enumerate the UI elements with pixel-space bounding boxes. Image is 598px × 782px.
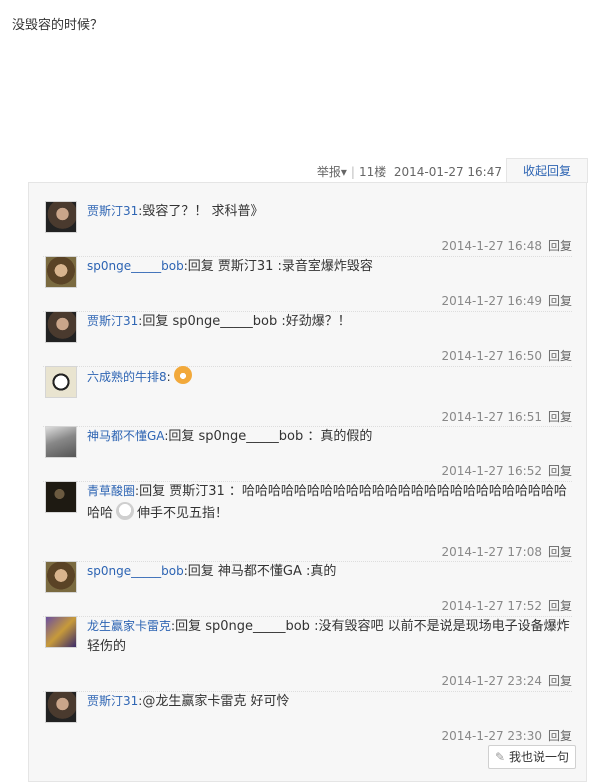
- reply-item: sp0nge_____bob:回复 神马都不懂GA :真的 2014-1-27 1…: [43, 561, 572, 617]
- reply-button[interactable]: 回复: [548, 674, 572, 688]
- reply-text: 回复 贾斯汀31 :录音室爆炸毁容: [187, 259, 373, 274]
- reply-timestamp: 2014-1-27 23:24: [441, 674, 542, 688]
- reply-content: 龙生赢家卡雷克:回复 sp0nge_____bob :没有毁容吧 以前不是说是现…: [87, 616, 572, 657]
- reply-footer: 2014-1-27 16:49 回复: [441, 292, 572, 309]
- post-meta-bar: 举报▾ | 11楼 2014-01-27 16:47 收起回复: [0, 158, 598, 183]
- reply-content: 贾斯汀31:毁容了？！ 求科普》: [87, 201, 572, 222]
- avatar[interactable]: [45, 426, 77, 458]
- reply-content: 青草酸圈:回复 贾斯汀31 ：哈哈哈哈哈哈哈哈哈哈哈哈哈哈哈哈哈哈哈哈哈哈哈哈哈…: [87, 481, 572, 524]
- username-link[interactable]: sp0nge_____bob: [87, 259, 184, 273]
- reply-footer: 2014-1-27 17:08 回复: [441, 543, 572, 560]
- reply-item: 龙生赢家卡雷克:回复 sp0nge_____bob :没有毁容吧 以前不是说是现…: [43, 616, 572, 692]
- reply-timestamp: 2014-1-27 16:51: [441, 410, 542, 424]
- pen-icon: ✎: [494, 750, 506, 764]
- reply-button[interactable]: 回复: [548, 464, 572, 478]
- reply-button[interactable]: 回复: [548, 239, 572, 253]
- add-comment-label: 我也说一句: [509, 750, 570, 764]
- username-link[interactable]: 龙生赢家卡雷克: [87, 619, 171, 633]
- reply-timestamp: 2014-1-27 16:50: [441, 349, 542, 363]
- reply-timestamp: 2014-1-27 17:52: [441, 599, 542, 613]
- reply-text: 回复 sp0nge_____bob ：真的假的: [168, 429, 373, 444]
- report-link[interactable]: 举报▾: [317, 165, 347, 179]
- username-link[interactable]: 贾斯汀31: [87, 204, 138, 218]
- divider: |: [350, 165, 355, 179]
- collapse-replies-button[interactable]: 收起回复: [506, 158, 588, 183]
- reply-footer: 2014-1-27 16:52 回复: [441, 462, 572, 479]
- reply-footer: 2014-1-27 16:51 回复: [441, 408, 572, 425]
- chevron-down-icon: ▾: [340, 165, 347, 179]
- reply-button[interactable]: 回复: [548, 349, 572, 363]
- reply-item: 六成熟的牛排8: 2014-1-27 16:51 回复: [43, 366, 572, 427]
- avatar[interactable]: [45, 256, 77, 288]
- username-link[interactable]: 青草酸圈: [87, 484, 135, 498]
- reply-item: 贾斯汀31:回复 sp0nge_____bob :好劲爆？！ 2014-1-27 …: [43, 311, 572, 367]
- reply-button[interactable]: 回复: [548, 599, 572, 613]
- username-link[interactable]: 贾斯汀31: [87, 314, 138, 328]
- reply-timestamp: 2014-1-27 23:30: [441, 729, 542, 743]
- reply-text: 毁容了？！ 求科普》: [142, 204, 264, 219]
- avatar-colorful: [46, 617, 76, 647]
- avatar-man-long-hair: [46, 257, 76, 287]
- embarrassed-face-icon: [173, 366, 192, 384]
- reply-text: 回复 神马都不懂GA :真的: [187, 564, 337, 579]
- add-comment-button[interactable]: ✎ 我也说一句: [488, 745, 576, 769]
- reply-button[interactable]: 回复: [548, 294, 572, 308]
- report-label: 举报: [316, 165, 341, 179]
- reply-item: 贾斯汀31:毁容了？！ 求科普》 2014-1-27 16:48 回复: [43, 201, 572, 257]
- reply-content: 六成熟的牛排8:: [87, 366, 572, 388]
- username-link[interactable]: sp0nge_____bob: [87, 564, 184, 578]
- reply-button[interactable]: 回复: [548, 410, 572, 424]
- reply-footer: 2014-1-27 16:50 回复: [441, 347, 572, 364]
- reply-item: 贾斯汀31:@龙生赢家卡雷克 好可怜 2014-1-27 23:30 回复: [43, 691, 572, 746]
- reply-footer: 2014-1-27 16:48 回复: [441, 237, 572, 254]
- username-link[interactable]: 神马都不懂GA: [87, 429, 164, 443]
- reply-item: 神马都不懂GA:回复 sp0nge_____bob ：真的假的 2014-1-27…: [43, 426, 572, 482]
- avatar-man-long-hair: [46, 562, 76, 592]
- reply-text: 回复 sp0nge_____bob :好劲爆？！: [142, 314, 351, 329]
- floor-number: 11楼: [358, 165, 387, 179]
- reply-item: sp0nge_____bob:回复 贾斯汀31 :录音室爆炸毁容 2014-1-2…: [43, 256, 572, 312]
- reply-button[interactable]: 回复: [548, 729, 572, 743]
- username-link[interactable]: 六成熟的牛排8: [87, 370, 167, 384]
- avatar[interactable]: [45, 616, 77, 648]
- reply-footer: 2014-1-27 17:52 回复: [441, 597, 572, 614]
- reply-item: 青草酸圈:回复 贾斯汀31 ：哈哈哈哈哈哈哈哈哈哈哈哈哈哈哈哈哈哈哈哈哈哈哈哈哈…: [43, 481, 572, 562]
- avatar-cartoon-face: [46, 367, 76, 397]
- post-timestamp: 2014-01-27 16:47: [393, 165, 502, 179]
- reply-content: sp0nge_____bob:回复 神马都不懂GA :真的: [87, 561, 572, 582]
- reply-timestamp: 2014-1-27 16:49: [441, 294, 542, 308]
- reply-text: @龙生赢家卡雷克 好可怜: [142, 694, 290, 709]
- avatar-dark-photo: [46, 482, 76, 512]
- username-colon: :: [166, 370, 171, 384]
- reply-button[interactable]: 回复: [548, 545, 572, 559]
- avatar-man-dark: [46, 692, 76, 722]
- reply-footer: 2014-1-27 23:24 回复: [441, 672, 572, 689]
- avatar[interactable]: [45, 691, 77, 723]
- avatar[interactable]: [45, 311, 77, 343]
- reply-content: sp0nge_____bob:回复 贾斯汀31 :录音室爆炸毁容: [87, 256, 572, 277]
- reply-timestamp: 2014-1-27 16:52: [441, 464, 542, 478]
- reply-text: 伸手不见五指！: [137, 506, 229, 521]
- avatar[interactable]: [45, 561, 77, 593]
- reply-timestamp: 2014-1-27 16:48: [441, 239, 542, 253]
- reply-content: 神马都不懂GA:回复 sp0nge_____bob ：真的假的: [87, 426, 572, 447]
- avatar-man-dark: [46, 312, 76, 342]
- reply-list: 贾斯汀31:毁容了？！ 求科普》 2014-1-27 16:48 回复 sp0nge_…: [28, 182, 587, 782]
- avatar[interactable]: [45, 481, 77, 513]
- avatar-man-dark: [46, 202, 76, 232]
- ghost-icon: [116, 502, 135, 520]
- avatar[interactable]: [45, 366, 77, 398]
- avatar-statue: [46, 427, 76, 457]
- username-link[interactable]: 贾斯汀31: [87, 694, 138, 708]
- reply-footer: 2014-1-27 23:30 回复: [441, 727, 572, 744]
- post-text: 没毁容的时候？: [12, 18, 104, 33]
- post-meta: 举报▾ | 11楼 2014-01-27 16:47: [317, 163, 502, 180]
- reply-content: 贾斯汀31:@龙生赢家卡雷克 好可怜: [87, 691, 572, 712]
- reply-timestamp: 2014-1-27 17:08: [441, 545, 542, 559]
- avatar[interactable]: [45, 201, 77, 233]
- reply-content: 贾斯汀31:回复 sp0nge_____bob :好劲爆？！: [87, 311, 572, 332]
